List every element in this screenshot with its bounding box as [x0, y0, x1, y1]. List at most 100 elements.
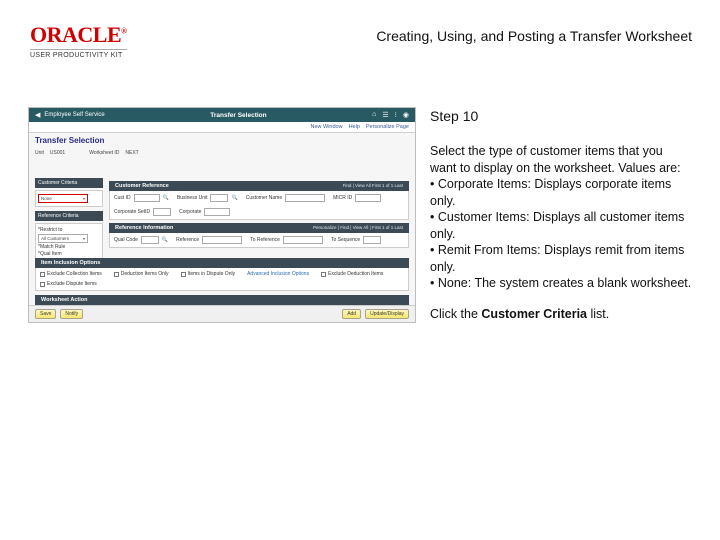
- corporate-input[interactable]: [204, 208, 230, 216]
- reference-information-nav[interactable]: Personalize | Find | View All | First 1 …: [313, 225, 403, 231]
- item-inclusion-header: Item Inclusion Options: [35, 258, 409, 268]
- exclude-deduction-label: Exclude Deduction Items: [328, 271, 383, 277]
- lookup-icon[interactable]: 🔍: [163, 195, 169, 201]
- click-line: Click the Customer Criteria list.: [430, 306, 692, 323]
- qual-code-input[interactable]: [141, 236, 159, 244]
- reference-information-title: Reference Information: [115, 225, 173, 231]
- worksheet-id-value: NEXT: [125, 150, 138, 156]
- chevron-down-icon: ▾: [83, 196, 85, 201]
- qual-code-label: Qual Code: [114, 237, 138, 243]
- reference-criteria-header: Reference Criteria: [35, 211, 103, 221]
- worksheet-id-label: Worksheet ID: [89, 150, 119, 156]
- exclude-collection-label: Exclude Collection Items: [47, 271, 102, 277]
- biz-unit-label: Business Unit: [177, 195, 208, 201]
- to-sequence-input[interactable]: [363, 236, 381, 244]
- click-suffix: list.: [587, 307, 609, 321]
- save-button[interactable]: Save: [35, 309, 56, 319]
- corp-setid-label: Corporate SetID: [114, 209, 150, 215]
- header-fields-row: Unit US001 Worksheet ID NEXT: [29, 148, 415, 158]
- new-window-link[interactable]: New Window: [310, 124, 342, 130]
- customer-reference-nav[interactable]: Find | View All First 1 of 1 Last: [343, 183, 403, 189]
- main-column: Customer Reference Find | View All First…: [109, 178, 409, 251]
- to-sequence-label: To Sequence: [331, 237, 360, 243]
- add-button[interactable]: Add: [342, 309, 361, 319]
- biz-unit-input[interactable]: [210, 194, 228, 202]
- cust-name-label: Customer Name: [246, 195, 282, 201]
- click-target: Customer Criteria: [481, 307, 587, 321]
- restrict-label: *Restrict to: [38, 227, 62, 233]
- logo-block: ORACLE® USER PRODUCTIVITY KIT: [30, 22, 127, 59]
- restrict-value: All Customers: [41, 236, 69, 241]
- nav-icon[interactable]: ☰: [382, 111, 388, 119]
- brand-text: ORACLE: [30, 22, 121, 47]
- instruction-bullet-2: • Customer Items: Displays all customer …: [430, 210, 684, 241]
- cust-id-label: Cust ID: [114, 195, 131, 201]
- product-line: USER PRODUCTIVITY KIT: [30, 49, 127, 59]
- portal-name: Employee Self Service: [44, 112, 104, 118]
- instruction-intro: Select the type of customer items that y…: [430, 144, 681, 175]
- side-column: Customer Criteria None ▾ Reference Crite…: [35, 178, 103, 265]
- footer-button-row: Save Notify Add Update/Display: [29, 305, 415, 322]
- oracle-logo: ORACLE®: [30, 22, 127, 48]
- match-rule-label: *Match Rule: [38, 244, 65, 250]
- customer-criteria-dropdown[interactable]: None ▾: [38, 194, 88, 203]
- app-top-bar: ◀ Employee Self Service Transfer Selecti…: [29, 108, 415, 122]
- restrict-dropdown[interactable]: All Customers ▾: [38, 234, 88, 243]
- personalize-link[interactable]: Personalize Page: [366, 124, 409, 130]
- instruction-bullet-1: • Corporate Items: Displays corporate it…: [430, 177, 671, 208]
- customer-criteria-value: None: [41, 196, 52, 201]
- click-prefix: Click the: [430, 307, 481, 321]
- exclude-deduction-checkbox[interactable]: Exclude Deduction Items: [321, 271, 383, 277]
- instruction-para: Select the type of customer items that y…: [430, 143, 692, 292]
- back-arrow-icon[interactable]: ◀: [35, 111, 40, 119]
- chevron-down-icon: ▾: [83, 236, 85, 241]
- app-page-name: Transfer Selection: [210, 112, 266, 119]
- customer-reference-title: Customer Reference: [115, 183, 169, 189]
- update-display-button[interactable]: Update/Display: [365, 309, 409, 319]
- cust-id-input[interactable]: [134, 194, 160, 202]
- customer-reference-header: Customer Reference Find | View All First…: [109, 181, 409, 191]
- worksheet-action-header: Worksheet Action: [35, 295, 409, 305]
- deduction-only-label: Deduction Items Only: [121, 271, 169, 277]
- instruction-bullet-3: • Remit From Items: Displays remit from …: [430, 243, 684, 274]
- home-icon[interactable]: ⌂: [372, 111, 376, 119]
- notify-button[interactable]: Notify: [60, 309, 83, 319]
- unit-value: US001: [50, 150, 65, 156]
- deduction-only-checkbox[interactable]: Deduction Items Only: [114, 271, 169, 277]
- dispute-only-label: Items in Dispute Only: [188, 271, 236, 277]
- help-link[interactable]: Help: [349, 124, 360, 130]
- notifications-icon[interactable]: ◉: [403, 111, 409, 119]
- instruction-pane: Step 10 Select the type of customer item…: [430, 107, 692, 336]
- step-heading: Step 10: [430, 107, 692, 125]
- app-brand[interactable]: ◀ Employee Self Service: [35, 111, 105, 119]
- mcrn-label: MICR ID: [333, 195, 352, 201]
- lookup-icon[interactable]: 🔍: [162, 237, 168, 243]
- item-inclusion-body: Exclude Collection Items Deduction Items…: [35, 268, 409, 291]
- reference-information-header: Reference Information Personalize | Find…: [109, 223, 409, 233]
- mcrn-input[interactable]: [355, 194, 381, 202]
- reference-label: Reference: [176, 237, 199, 243]
- unit-label: Unit: [35, 150, 44, 156]
- doc-title: Creating, Using, and Posting a Transfer …: [376, 28, 692, 44]
- exclude-dispute-label: Exclude Dispute Items: [47, 281, 97, 287]
- cust-name-input[interactable]: [285, 194, 325, 202]
- dispute-only-checkbox[interactable]: Items in Dispute Only: [181, 271, 236, 277]
- actions-icon[interactable]: ⁝: [395, 111, 397, 119]
- corp-setid-input[interactable]: [153, 208, 171, 216]
- exclude-dispute-checkbox[interactable]: Exclude Dispute Items: [40, 281, 97, 287]
- reference-information-body: Qual Code 🔍 Reference To Reference To Seq…: [109, 233, 409, 248]
- to-reference-label: To Reference: [250, 237, 280, 243]
- to-reference-input[interactable]: [283, 236, 323, 244]
- instruction-bullet-4: • None: The system creates a blank works…: [430, 276, 691, 290]
- app-screenshot: ◀ Employee Self Service Transfer Selecti…: [28, 107, 416, 323]
- corporate-label: Corporate: [179, 209, 201, 215]
- advanced-inclusion-link[interactable]: Advanced Inclusion Options: [247, 271, 309, 277]
- app-top-icons: ⌂ ☰ ⁝ ◉: [372, 111, 409, 119]
- registered-mark: ®: [121, 27, 126, 36]
- customer-criteria-header: Customer Criteria: [35, 178, 103, 188]
- lookup-icon[interactable]: 🔍: [231, 195, 237, 201]
- customer-reference-body: Cust ID 🔍 Business Unit 🔍 Customer Name MI…: [109, 191, 409, 220]
- app-subbar: New Window Help Personalize Page: [29, 122, 415, 133]
- reference-input[interactable]: [202, 236, 242, 244]
- exclude-collection-checkbox[interactable]: Exclude Collection Items: [40, 271, 102, 277]
